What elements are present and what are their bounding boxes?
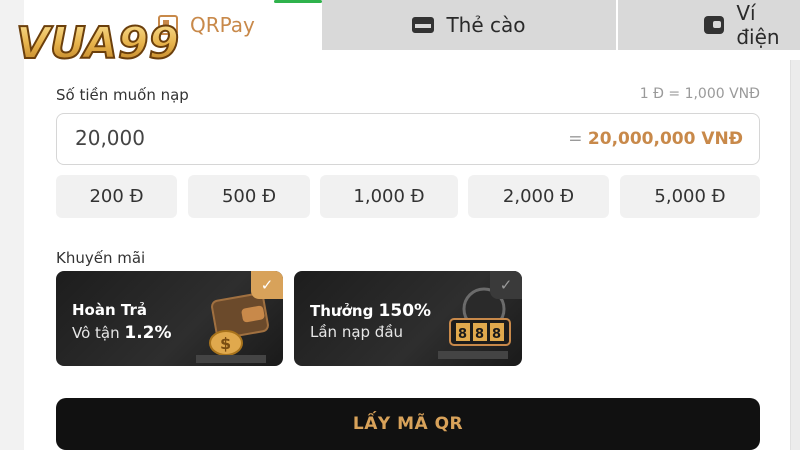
amount-field[interactable]: = 20,000,000 VNĐ: [56, 113, 760, 165]
quick-amount-5000[interactable]: 5,000 Đ: [620, 175, 760, 218]
equals-sign: =: [568, 129, 583, 149]
quick-amount-500[interactable]: 500 Đ: [188, 175, 310, 218]
promo-1-title-text: Hoàn Trả: [72, 301, 147, 319]
promo-1-rate: 1.2%: [124, 323, 172, 343]
promo-2-title: Thưởng 150%: [310, 301, 431, 321]
svg-text:$: $: [220, 334, 231, 353]
selected-check-icon: ✓: [251, 271, 283, 299]
get-qr-button[interactable]: LẤY MÃ QR: [56, 398, 760, 450]
converted-value: 20,000,000 VNĐ: [587, 129, 743, 149]
quick-amount-1000[interactable]: 1,000 Đ: [320, 175, 458, 218]
side-scroll-edge: [790, 60, 800, 450]
tab-the-cao[interactable]: Thẻ cào: [322, 0, 616, 50]
card-icon: [412, 17, 435, 33]
tab-wallet-label: Ví điện: [736, 1, 780, 49]
tab-vi-dien-tu[interactable]: Ví điện: [618, 0, 800, 50]
quick-amount-200[interactable]: 200 Đ: [56, 175, 177, 218]
promo-card-thuong[interactable]: 8 8 8 Thưởng 150% Lần nạp đầu ✓: [294, 271, 522, 366]
promo-2-subtitle: Lần nạp đầu: [310, 323, 404, 341]
exchange-rate: 1 Đ = 1,000 VNĐ: [639, 86, 760, 102]
promotions-label: Khuyến mãi: [56, 249, 146, 267]
amount-input[interactable]: [75, 126, 435, 150]
brand-logo: VUA99: [15, 17, 180, 70]
promo-1-subtitle: Vô tận 1.2%: [72, 323, 172, 343]
converted-amount: = 20,000,000 VNĐ: [568, 129, 743, 149]
promo-1-sub-text: Vô tận: [72, 324, 125, 342]
unselected-check-icon: ✓: [490, 271, 522, 299]
svg-text:8: 8: [475, 327, 484, 342]
wallet-icon: [704, 16, 725, 34]
promo-card-hoan-tra[interactable]: $ Hoàn Trả Vô tận 1.2% ✓: [56, 271, 283, 366]
svg-text:8: 8: [492, 327, 501, 342]
promo-1-title: Hoàn Trả: [72, 301, 147, 319]
promo-2-title-text: Thưởng: [310, 302, 379, 320]
tab-accent-bar: [274, 0, 322, 3]
tab-the-cao-label: Thẻ cào: [446, 13, 526, 37]
svg-text:8: 8: [458, 327, 467, 342]
promo-2-rate: 150%: [378, 301, 432, 321]
quick-amount-2000[interactable]: 2,000 Đ: [468, 175, 609, 218]
logo-text: VUA99: [16, 18, 179, 69]
amount-label: Số tiền muốn nạp: [56, 86, 189, 104]
